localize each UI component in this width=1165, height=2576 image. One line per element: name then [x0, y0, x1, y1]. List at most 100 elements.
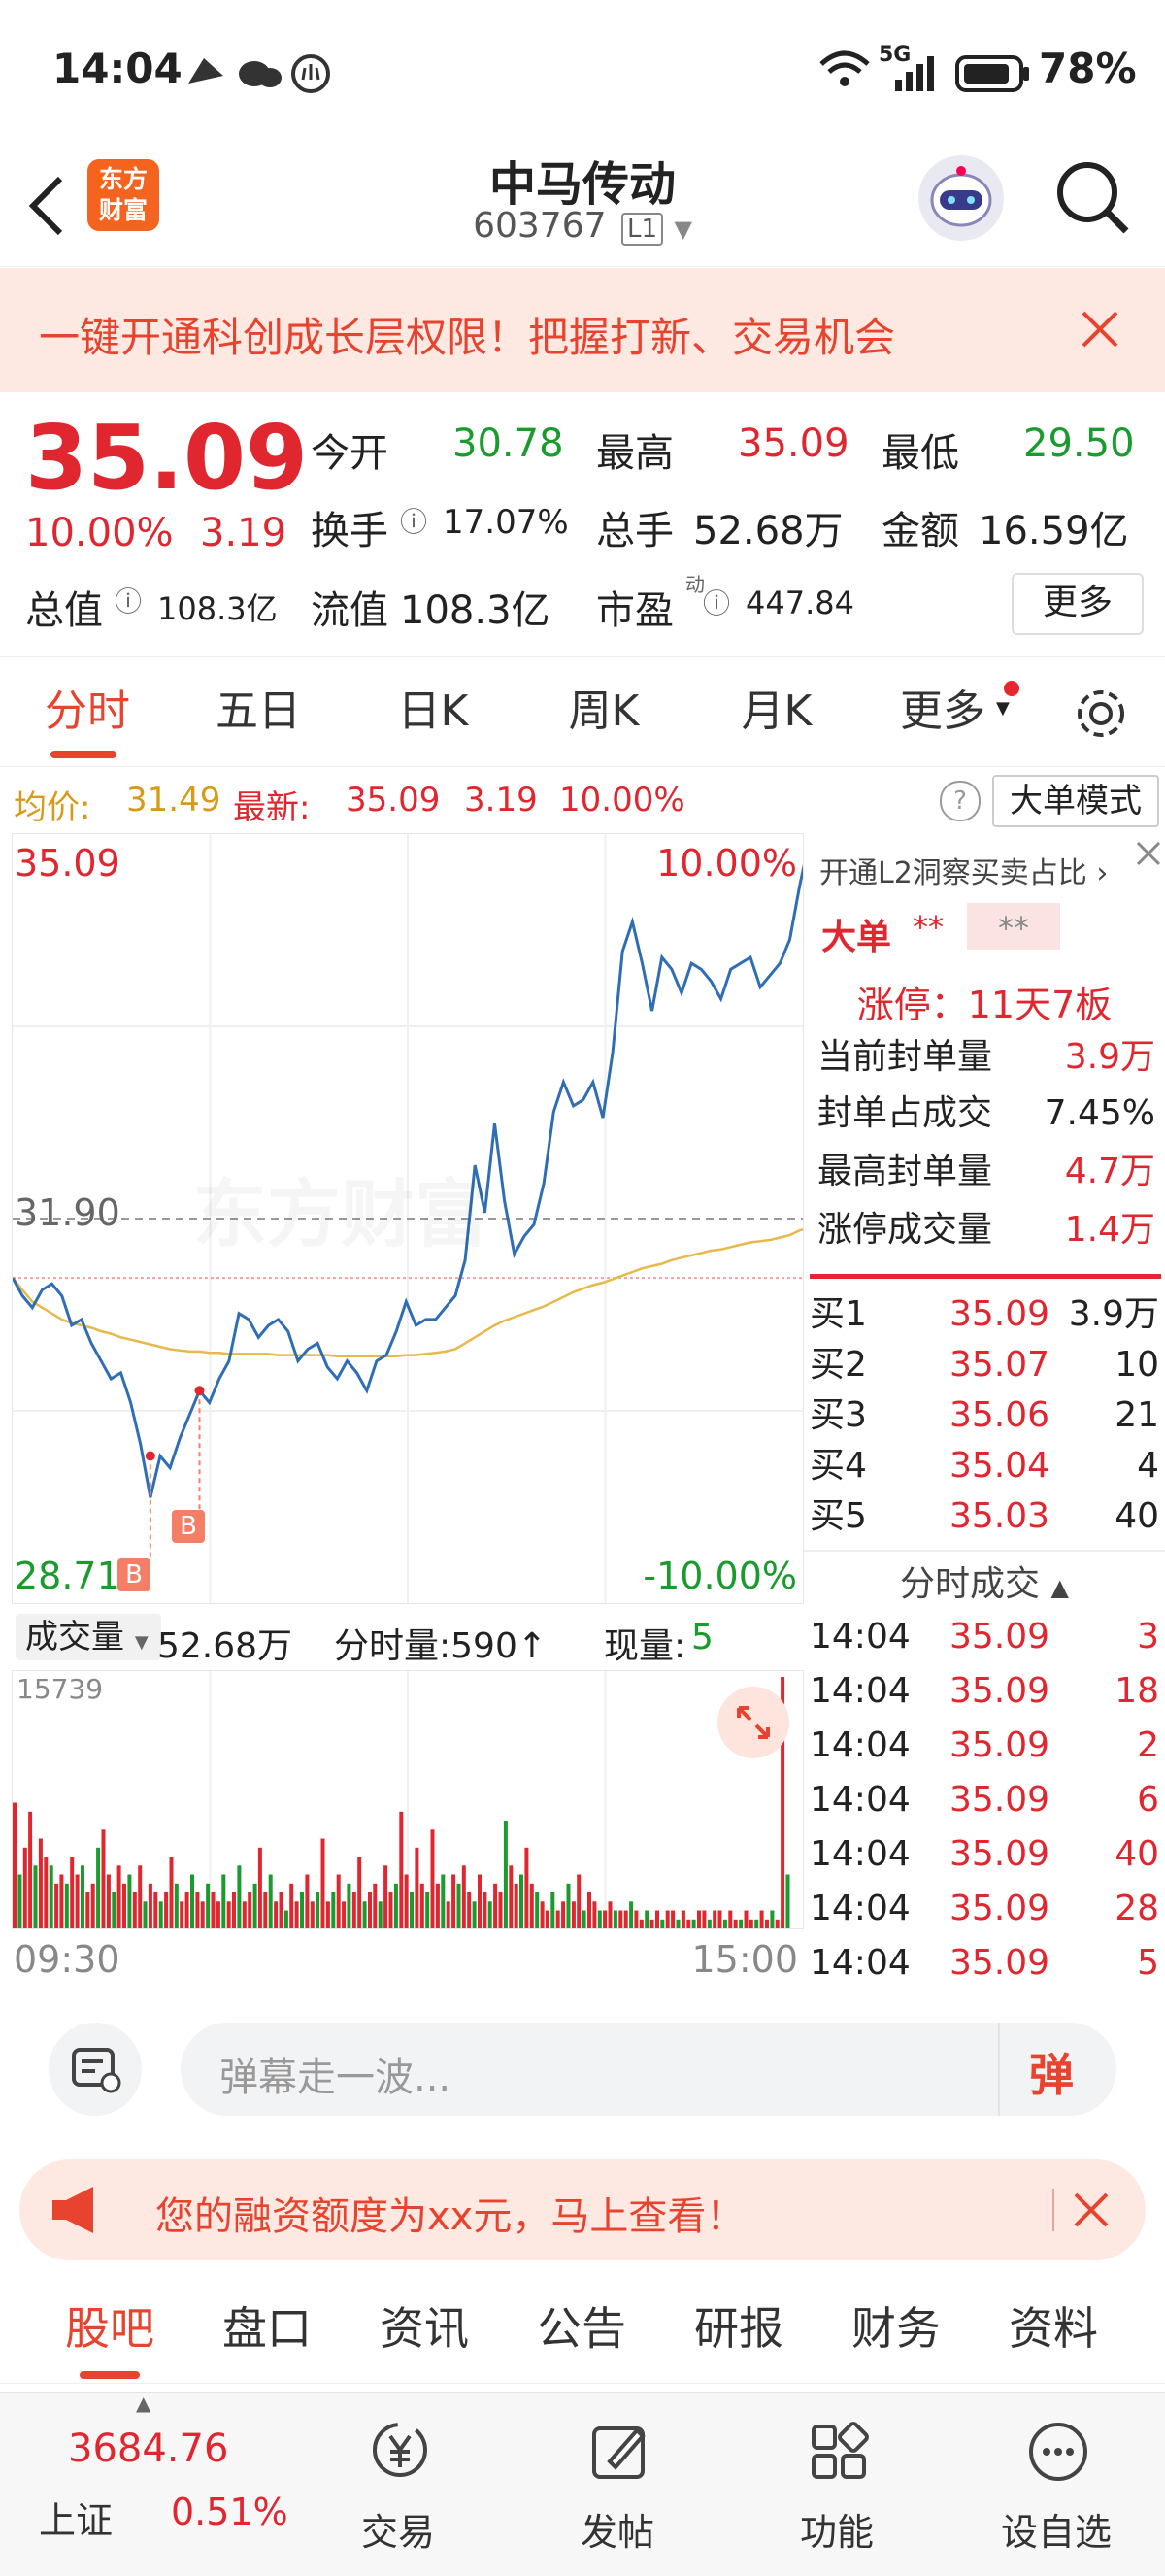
- promo-banner[interactable]: 一键开通科创成长层权限！把握打新、交易机会: [0, 268, 1165, 392]
- volume-bar: [649, 1919, 654, 1928]
- volume-bar: [478, 1874, 482, 1928]
- search-icon[interactable]: [1054, 159, 1132, 241]
- volume-label: 总手: [596, 509, 674, 553]
- volume-bar: [388, 1892, 393, 1928]
- latest-percent: 10.00%: [559, 781, 685, 820]
- danmu-settings-icon[interactable]: [49, 2023, 142, 2116]
- high-value: 35.09: [738, 421, 849, 466]
- tab-order-book[interactable]: 盘口: [194, 2274, 340, 2383]
- trade-time: 14:04: [810, 1834, 911, 1874]
- trade-time: 14:04: [810, 1671, 911, 1711]
- tab-daily-k[interactable]: 日K: [365, 657, 501, 766]
- volume-bar: [232, 1892, 236, 1928]
- robot-assistant-avatar[interactable]: [918, 155, 1004, 241]
- tab-five-day[interactable]: 五日: [190, 657, 326, 766]
- expand-icon[interactable]: [717, 1687, 789, 1758]
- tab-financials[interactable]: 财务: [823, 2274, 969, 2383]
- caret-up-icon: ▲: [1050, 1574, 1069, 1601]
- tab-research[interactable]: 研报: [666, 2274, 812, 2383]
- high-label: 最高: [596, 431, 674, 476]
- back-icon[interactable]: [21, 167, 70, 249]
- info-icon[interactable]: ⓘ: [400, 501, 427, 540]
- volume-bar: [451, 1874, 456, 1928]
- volume-bar: [28, 1811, 33, 1928]
- volume-bar: [785, 1874, 790, 1928]
- nav-post[interactable]: 发帖: [530, 2393, 705, 2576]
- tab-profile[interactable]: 资料: [981, 2274, 1126, 2383]
- volume-bar: [22, 1847, 27, 1928]
- volume-chart[interactable]: 15739: [12, 1670, 804, 1929]
- buy-marker-2[interactable]: B: [172, 1510, 205, 1543]
- bid-price: 35.06: [949, 1395, 1050, 1435]
- l2-upgrade-link[interactable]: 开通L2洞察买卖占比 ›: [819, 849, 1108, 891]
- financing-banner[interactable]: 您的融资额度为xx元，马上查看！: [19, 2159, 1146, 2260]
- bid-level: 买1: [810, 1294, 867, 1334]
- tab-weekly-k[interactable]: 周K: [536, 657, 672, 766]
- volume-bar: [561, 1901, 566, 1928]
- volume-bar: [226, 1901, 231, 1928]
- tab-monthly-k[interactable]: 月K: [709, 657, 845, 766]
- volume-bar: [383, 1865, 388, 1928]
- bid-row[interactable]: 买1 35.09 3.9万: [804, 1289, 1165, 1340]
- intraday-price-chart[interactable]: 35.09 10.00% 31.90 28.71 -10.00% 东方财富 B …: [12, 833, 804, 1604]
- bid-level: 买4: [810, 1446, 867, 1486]
- volume-bar: [629, 1901, 634, 1928]
- more-button[interactable]: 更多: [1012, 573, 1144, 635]
- big-order-label: 大单: [821, 918, 892, 957]
- stock-code-row[interactable]: 603767 L1 ▼: [388, 206, 777, 246]
- close-icon[interactable]: [1134, 839, 1163, 872]
- volume-indicator-select[interactable]: 成交量 ▼: [16, 1614, 161, 1660]
- bid-quantity: 40: [1115, 1496, 1159, 1536]
- bid-row[interactable]: 买5 35.03 40: [804, 1491, 1165, 1542]
- tab-more[interactable]: 更多: [889, 657, 996, 766]
- bid-level: 买2: [810, 1345, 867, 1385]
- big-order-mode-button[interactable]: 大单模式: [992, 775, 1159, 827]
- buy-marker-1[interactable]: B: [117, 1558, 150, 1591]
- info-icon[interactable]: ⓘ: [703, 583, 730, 621]
- tab-active-indicator: [80, 2371, 140, 2379]
- volume-bar: [252, 1883, 257, 1928]
- info-icon[interactable]: ⓘ: [115, 581, 142, 619]
- volume-bar: [514, 1883, 518, 1928]
- settings-gear-icon[interactable]: [1072, 685, 1130, 747]
- volume-bar: [148, 1883, 152, 1928]
- index-percent: 0.51%: [171, 2491, 288, 2533]
- trade-price: 35.09: [949, 1943, 1050, 1983]
- time-sales-list[interactable]: 14:04 35.09 3 14:04 35.09 18 14:04 35.09 2 14:04 3…: [804, 1610, 1165, 1989]
- nav-trade[interactable]: 交易: [311, 2393, 485, 2576]
- notification-icons: [184, 50, 330, 102]
- market-cap-value: 108.3亿: [157, 590, 278, 627]
- volume-bar: [566, 1883, 571, 1928]
- volume-bar: [268, 1874, 273, 1928]
- nav-add-watchlist[interactable]: 设自选: [969, 2393, 1144, 2576]
- volume-bar: [623, 1910, 628, 1928]
- volume-bar: [153, 1892, 158, 1928]
- index-ticker[interactable]: ▲ 3684.76 上证 0.51%: [0, 2392, 301, 2576]
- bid-row[interactable]: 买4 35.04 4: [804, 1441, 1165, 1491]
- volume-bar: [410, 1892, 414, 1928]
- volume-bar: [331, 1892, 336, 1928]
- bid-row[interactable]: 买3 35.06 21: [804, 1390, 1165, 1441]
- danmu-input[interactable]: 弹幕走一波... 弹: [181, 2023, 1116, 2116]
- volume-bar: [665, 1910, 670, 1928]
- stock-code: 603767: [473, 206, 607, 246]
- volume-bar: [577, 1874, 582, 1928]
- volume-bar: [378, 1901, 383, 1928]
- nav-functions[interactable]: 功能: [749, 2393, 924, 2576]
- tab-announcements[interactable]: 公告: [509, 2274, 654, 2383]
- tab-forum[interactable]: 股吧: [37, 2274, 183, 2383]
- bid-row[interactable]: 买2 35.07 10: [804, 1340, 1165, 1390]
- volume-bar: [770, 1910, 775, 1928]
- help-icon[interactable]: ?: [940, 781, 981, 821]
- tab-news[interactable]: 资讯: [351, 2274, 497, 2383]
- avg-label: 均价:: [14, 788, 91, 827]
- close-icon[interactable]: [1078, 307, 1122, 355]
- danmu-send-button[interactable]: 弹: [998, 2023, 1116, 2116]
- float-cap-value: 108.3亿: [400, 588, 550, 633]
- time-sales-title[interactable]: 分时成交 ▲: [804, 1556, 1165, 1606]
- volume-bar: [765, 1919, 769, 1928]
- volume-bar: [90, 1883, 95, 1928]
- close-icon[interactable]: [1070, 2189, 1113, 2235]
- app-logo[interactable]: 东方 财富: [87, 159, 159, 231]
- order-book-bids[interactable]: 买1 35.09 3.9万 买2 35.07 10 买3 35.06 21 买4 35.04 4 买5 3…: [804, 1289, 1165, 1546]
